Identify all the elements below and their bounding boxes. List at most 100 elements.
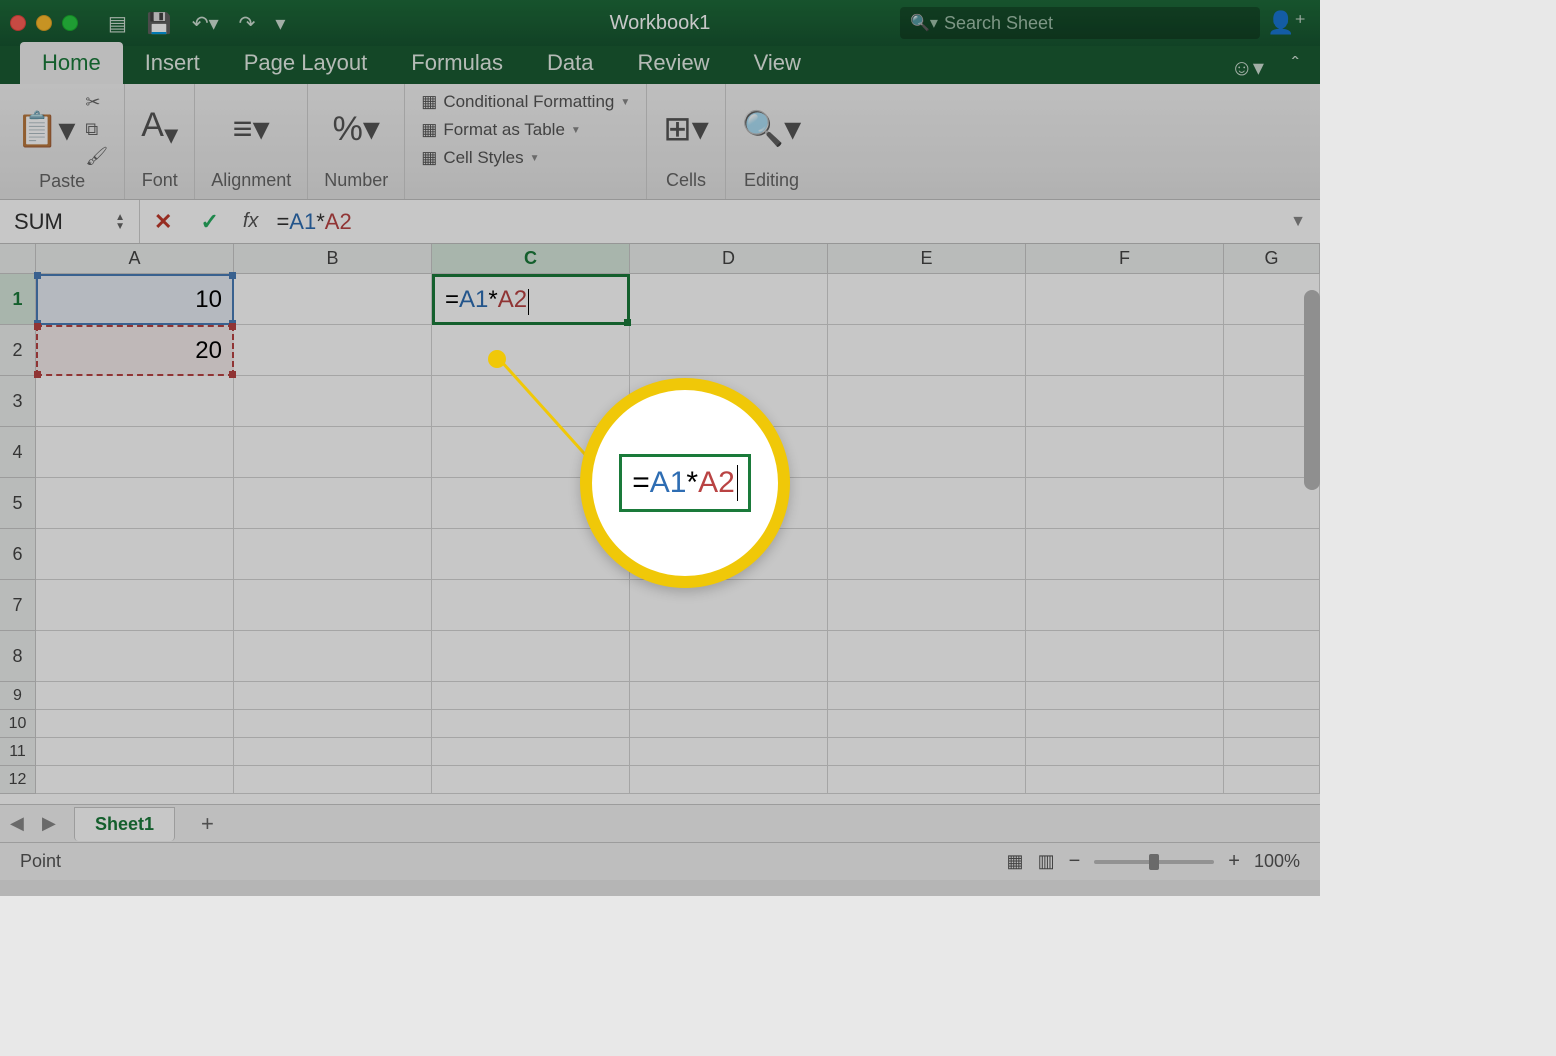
font-button[interactable]: A▾	[141, 106, 178, 152]
close-window-button[interactable]	[10, 15, 26, 31]
document-title: Workbook1	[610, 12, 711, 35]
tab-page-layout[interactable]: Page Layout	[222, 42, 390, 84]
workbook-icon[interactable]: ▤	[108, 11, 127, 36]
share-icon[interactable]: 👤⁺	[1267, 10, 1306, 36]
cell-a1-value: 10	[195, 286, 222, 314]
cell-c1[interactable]: =A1*A2	[432, 274, 630, 325]
row-header-12[interactable]: 12	[0, 766, 36, 794]
col-header-e[interactable]: E	[828, 244, 1026, 274]
formula-eq: =	[276, 209, 289, 235]
row-header-9[interactable]: 9	[0, 682, 36, 710]
zoom-slider[interactable]	[1094, 860, 1214, 864]
cancel-formula-button[interactable]: ✕	[140, 209, 186, 235]
qat-customize-icon[interactable]: ▾	[275, 11, 285, 36]
cells-icon: ⊞▾	[663, 109, 709, 149]
row-header-4[interactable]: 4	[0, 427, 36, 478]
row-header-11[interactable]: 11	[0, 738, 36, 766]
col-header-c[interactable]: C	[432, 244, 630, 274]
cell-a2-value: 20	[195, 337, 222, 365]
page-layout-view-icon[interactable]: ▥	[1038, 851, 1055, 872]
editing-button[interactable]: 🔍▾	[742, 109, 801, 149]
col-header-a[interactable]: A	[36, 244, 234, 274]
cells-label: Cells	[666, 170, 706, 191]
collapse-ribbon-icon[interactable]: ＾	[1284, 52, 1306, 84]
chevron-down-icon: ▼	[530, 153, 540, 164]
sheet-tab-1[interactable]: Sheet1	[74, 807, 175, 841]
tab-formulas[interactable]: Formulas	[389, 42, 525, 84]
undo-icon[interactable]: ↶▾	[192, 11, 219, 36]
copy-icon[interactable]: ⧉	[85, 119, 108, 140]
confirm-formula-button[interactable]: ✓	[186, 209, 232, 235]
format-as-table-button[interactable]: ▦ Format as Table ▼	[421, 120, 630, 140]
quick-access-toolbar: ▤ 💾 ↶▾ ↷ ▾	[108, 11, 285, 36]
row-header-2[interactable]: 2	[0, 325, 36, 376]
col-header-g[interactable]: G	[1224, 244, 1320, 274]
normal-view-icon[interactable]: ▦	[1007, 851, 1024, 872]
zoom-level[interactable]: 100%	[1254, 851, 1300, 872]
formula-bar: SUM ▲▼ ✕ ✓ fx =A1*A2 ▼	[0, 200, 1320, 244]
name-box-dropdown-icon[interactable]: ▲▼	[115, 213, 125, 231]
percent-icon: %▾	[333, 109, 380, 149]
tab-home[interactable]: Home	[20, 42, 123, 84]
format-painter-icon[interactable]: 🖌	[85, 146, 108, 167]
next-sheet-icon[interactable]: ▶	[42, 813, 62, 834]
fx-icon[interactable]: fx	[233, 210, 269, 233]
save-icon[interactable]: 💾	[147, 11, 172, 36]
font-label: Font	[142, 170, 178, 191]
emoji-button[interactable]: ☺▾	[1230, 55, 1264, 81]
tab-data[interactable]: Data	[525, 42, 615, 84]
col-header-b[interactable]: B	[234, 244, 432, 274]
select-all-corner[interactable]	[0, 244, 36, 274]
cell-a2[interactable]: 20	[36, 325, 234, 376]
cell-a1[interactable]: 10	[36, 274, 234, 325]
text-cursor	[528, 289, 529, 315]
vertical-scrollbar[interactable]	[1304, 290, 1320, 490]
maximize-window-button[interactable]	[62, 15, 78, 31]
font-icon: A▾	[141, 106, 178, 152]
paste-button[interactable]: 📋▾	[16, 110, 75, 150]
redo-icon[interactable]: ↷	[239, 11, 256, 36]
search-sheet-box[interactable]: 🔍▾	[900, 7, 1260, 39]
row-headers: 1 2 3 4 5 6 7 8 9 10 11 12	[0, 274, 36, 804]
tab-view[interactable]: View	[732, 42, 823, 84]
cell-styles-button[interactable]: ▦ Cell Styles ▼	[421, 148, 630, 168]
clipboard-icon: 📋▾	[16, 110, 75, 150]
zoom-in-button[interactable]: +	[1228, 850, 1240, 873]
sheet-tabs-bar: ◀ ▶ Sheet1 +	[0, 804, 1320, 842]
expand-formula-bar-icon[interactable]: ▼	[1276, 213, 1320, 231]
formula-input[interactable]: =A1*A2	[268, 209, 1276, 235]
conditional-formatting-button[interactable]: ▦ Conditional Formatting ▼	[421, 92, 630, 112]
formula-op: *	[316, 209, 325, 235]
minimize-window-button[interactable]	[36, 15, 52, 31]
cells-button[interactable]: ⊞▾	[663, 109, 709, 149]
magnifier-icon: 🔍▾	[742, 109, 801, 149]
title-bar: ▤ 💾 ↶▾ ↷ ▾ Workbook1 🔍▾ 👤⁺	[0, 0, 1320, 46]
search-input[interactable]	[944, 13, 1250, 34]
name-box-value: SUM	[14, 209, 63, 235]
row-header-8[interactable]: 8	[0, 631, 36, 682]
clipboard-group: 📋▾ ✂ ⧉ 🖌 Paste	[0, 84, 125, 199]
row-header-10[interactable]: 10	[0, 710, 36, 738]
add-sheet-button[interactable]: +	[187, 811, 228, 837]
tab-insert[interactable]: Insert	[123, 42, 222, 84]
name-box[interactable]: SUM ▲▼	[0, 200, 140, 243]
cells-area[interactable]: document.write((()=>{let h='';const rh=[…	[36, 274, 1320, 804]
row-header-1[interactable]: 1	[0, 274, 36, 325]
styles-group: ▦ Conditional Formatting ▼ ▦ Format as T…	[405, 84, 647, 199]
alignment-button[interactable]: ≡▾	[233, 109, 270, 149]
zoom-out-button[interactable]: −	[1069, 850, 1081, 873]
c1-ref2: A2	[498, 286, 527, 314]
row-header-6[interactable]: 6	[0, 529, 36, 580]
paste-label: Paste	[39, 171, 85, 192]
cut-icon[interactable]: ✂	[85, 92, 108, 113]
status-mode: Point	[20, 851, 61, 872]
spreadsheet-grid: A B C D E F G 1 2 3 4 5 6 7 8 9 10 11 12…	[0, 244, 1320, 804]
row-header-5[interactable]: 5	[0, 478, 36, 529]
row-header-7[interactable]: 7	[0, 580, 36, 631]
prev-sheet-icon[interactable]: ◀	[10, 813, 30, 834]
col-header-f[interactable]: F	[1026, 244, 1224, 274]
tab-review[interactable]: Review	[615, 42, 731, 84]
row-header-3[interactable]: 3	[0, 376, 36, 427]
number-button[interactable]: %▾	[333, 109, 380, 149]
col-header-d[interactable]: D	[630, 244, 828, 274]
